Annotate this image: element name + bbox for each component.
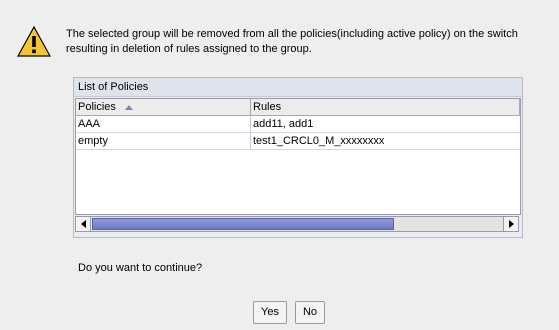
policies-table: Policies Rules AAA add11, add1 empty tes… <box>75 98 521 215</box>
scroll-right-button[interactable] <box>503 217 518 231</box>
rules-cell: test1_CRCL0_M_xxxxxxxx <box>253 135 385 147</box>
sort-ascending-icon <box>124 104 133 110</box>
arrow-left-icon <box>80 220 86 228</box>
message-line-1: The selected group will be removed from … <box>66 28 518 40</box>
policy-cell: AAA <box>76 116 251 132</box>
rules-cell: add11, add1 <box>253 118 314 130</box>
policies-panel: List of Policies Policies Rules AAA add1… <box>73 77 523 238</box>
column-header-rules[interactable]: Rules <box>251 99 520 115</box>
column-header-policies[interactable]: Policies <box>76 99 251 115</box>
confirm-question: Do you want to continue? <box>78 262 203 274</box>
column-header-rules-label: Rules <box>253 101 282 113</box>
scrollbar-thumb[interactable] <box>92 218 394 230</box>
table-row[interactable]: empty test1_CRCL0_M_xxxxxxxx <box>76 133 520 150</box>
arrow-right-icon <box>508 220 514 228</box>
scroll-left-button[interactable] <box>76 217 91 231</box>
yes-button[interactable]: Yes <box>253 301 287 324</box>
no-button[interactable]: No <box>295 301 325 324</box>
table-header: Policies Rules <box>76 99 520 116</box>
policy-cell: empty <box>76 133 251 149</box>
warning-icon <box>17 25 51 57</box>
column-header-policies-label: Policies <box>78 101 116 113</box>
panel-title: List of Policies <box>74 78 522 97</box>
table-row[interactable]: AAA add11, add1 <box>76 116 520 133</box>
horizontal-scrollbar[interactable] <box>75 216 519 232</box>
message-line-2: resulting in deletion of rules assigned … <box>66 43 312 55</box>
warning-message: The selected group will be removed from … <box>66 27 546 57</box>
